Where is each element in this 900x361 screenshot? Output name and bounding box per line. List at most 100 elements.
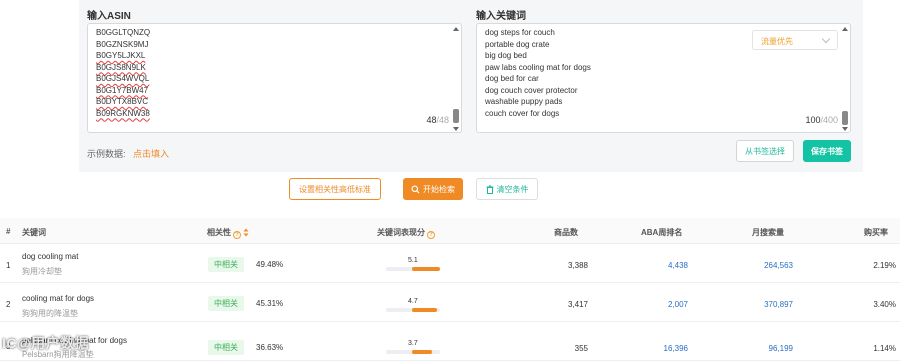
asin-max: /48 [436, 115, 449, 125]
asin-line: B09RGKNW38 [96, 108, 150, 118]
example-fill-link[interactable]: 点击填入 [133, 147, 169, 160]
row-index: 1 [6, 261, 11, 270]
header-relevance[interactable]: 相关性? [207, 227, 249, 239]
asin-line: B0GJS4WVQL [96, 74, 150, 83]
keyword-max: /400 [820, 115, 838, 125]
keyword-lines: dog steps for couch portable dog crate big… [485, 27, 591, 119]
keyword-text[interactable]: dog cooling mat [22, 252, 78, 261]
scroll-up-arrow-icon[interactable] [842, 27, 848, 31]
monthly-search[interactable]: 96,199 [769, 344, 793, 353]
watermark: IC@用户数据 [2, 335, 90, 351]
row-keyword: cooling mat for dogs 狗狗用的降温垫 [22, 294, 94, 319]
scroll-thumb[interactable] [453, 109, 459, 123]
score-value: 3.7 [408, 340, 418, 347]
asin-line: B0DYTX8BVC [96, 97, 149, 106]
trash-icon [486, 184, 493, 194]
sort-select[interactable]: 流量优先 [752, 30, 838, 50]
score-fill [412, 350, 432, 354]
header-score: 关键词表现分? [377, 227, 435, 239]
aba-rank[interactable]: 16,396 [664, 344, 688, 353]
asin-line: B0GGLTQNZQ [96, 28, 151, 37]
purchase-rate: 2.19% [873, 261, 896, 270]
keyword-translation: 狗用冷却垫 [22, 267, 62, 276]
keyword-translation: 狗狗用的降温垫 [22, 309, 78, 318]
keyword-count: 100 [805, 115, 821, 125]
bookmark-save-label: 保存书签 [811, 146, 843, 156]
bookmark-save-button[interactable]: 保存书签 [803, 140, 851, 162]
score-fill [412, 308, 437, 312]
keyword-line: couch cover for dogs [485, 108, 560, 118]
asin-lines: B0GGLTQNZQ B0GZNSK9MJ B0GY5LJKXL B0GJS8N9LK… [96, 27, 150, 119]
score-value: 4.7 [408, 298, 418, 305]
header-monthly-search: 月搜索量 [752, 228, 784, 237]
asin-section-title: 输入ASIN [87, 11, 131, 22]
keyword-line: portable dog crate [485, 39, 550, 49]
relevance-tag: 中相关 [208, 340, 244, 355]
scroll-thumb[interactable] [842, 111, 848, 125]
asin-line: B0GY5LJKXL [96, 51, 146, 60]
monthly-search[interactable]: 264,563 [764, 261, 793, 270]
row-index: 2 [6, 300, 11, 309]
relevance-percent: 36.63% [256, 343, 284, 352]
asin-scrollbar[interactable] [453, 27, 459, 131]
chevron-down-icon [821, 34, 831, 44]
score-value: 5.1 [408, 257, 418, 264]
asin-line: B0GZNSK9MJ [96, 39, 149, 49]
asin-line: B0G1Y7BW47 [96, 85, 149, 95]
help-icon[interactable]: ? [233, 231, 241, 239]
keyword-text[interactable]: cooling mat for dogs [22, 294, 94, 303]
header-products: 商品数 [554, 228, 578, 237]
monthly-search[interactable]: 370,897 [764, 300, 793, 309]
scroll-up-arrow-icon[interactable] [453, 27, 459, 31]
table-row: 1 dog cooling mat 狗用冷却垫 中相关 49.48% 5.1 3… [0, 245, 900, 283]
header-index: # [6, 227, 11, 236]
products-count: 355 [574, 344, 588, 353]
table-row: 2 cooling mat for dogs 狗狗用的降温垫 中相关 45.31… [0, 284, 900, 322]
header-relevance-label: 相关性 [207, 228, 231, 237]
relevance-percent: 45.31% [256, 299, 284, 308]
header-aba-rank: ABA周排名 [641, 228, 683, 237]
score-fill [412, 267, 440, 271]
aba-rank[interactable]: 4,438 [668, 261, 688, 270]
start-search-button[interactable]: 开始检索 [403, 178, 463, 200]
keyword-counter: 100/400 [805, 115, 838, 125]
asin-counter: 48/48 [426, 115, 449, 125]
keyword-line: washable puppy pads [485, 97, 563, 106]
products-count: 3,388 [567, 261, 588, 270]
keyword-line: dog bed for car [485, 74, 539, 83]
aba-rank[interactable]: 2,007 [668, 300, 688, 309]
asin-count: 48 [426, 115, 437, 125]
help-icon[interactable]: ? [427, 231, 435, 239]
keyword-section-title: 输入关键词 [476, 11, 526, 22]
asin-line: B0GJS8N9LK [96, 62, 146, 72]
asin-textarea[interactable]: B0GGLTQNZQ B0GZNSK9MJ B0GY5LJKXL B0GJS8N9LK… [87, 23, 462, 133]
search-icon [411, 184, 420, 194]
relevance-standard-button[interactable]: 设置相关性高低标准 [289, 178, 381, 200]
relevance-tag: 中相关 [208, 296, 244, 311]
purchase-rate: 1.14% [873, 344, 896, 353]
relevance-tag: 中相关 [208, 257, 244, 272]
bookmark-select-button[interactable]: 从书签选择 [736, 140, 794, 162]
scroll-down-arrow-icon[interactable] [842, 127, 848, 131]
clear-conditions-button[interactable]: 清空条件 [476, 178, 538, 200]
scroll-down-arrow-icon[interactable] [453, 127, 459, 131]
header-score-label: 关键词表现分 [377, 228, 425, 237]
keyword-line: big dog bed [485, 51, 527, 60]
relevance-standard-label: 设置相关性高低标准 [299, 184, 371, 194]
bookmark-select-label: 从书签选择 [745, 146, 785, 156]
header-keyword: 关键词 [22, 228, 46, 237]
sort-select-value: 流量优先 [761, 37, 793, 46]
keyword-line: dog couch cover protector [485, 85, 578, 95]
keyword-line: dog steps for couch [485, 28, 555, 37]
results-table-header: # 关键词 相关性? 关键词表现分? 商品数 ABA周排名 月搜索量 购买率 [0, 218, 900, 244]
products-count: 3,417 [567, 300, 588, 309]
table-row: 3 pelsbarn cooling mat for dogs Pelsbarn… [0, 323, 900, 361]
purchase-rate: 3.40% [873, 300, 896, 309]
sort-icon[interactable] [243, 228, 249, 237]
keyword-line: paw labs cooling mat for dogs [485, 62, 591, 72]
keyword-scrollbar[interactable] [842, 27, 848, 131]
header-purchase-rate: 购买率 [864, 228, 888, 237]
example-label: 示例数据: [87, 149, 126, 159]
start-search-label: 开始检索 [423, 184, 455, 194]
clear-conditions-label: 清空条件 [496, 184, 529, 194]
